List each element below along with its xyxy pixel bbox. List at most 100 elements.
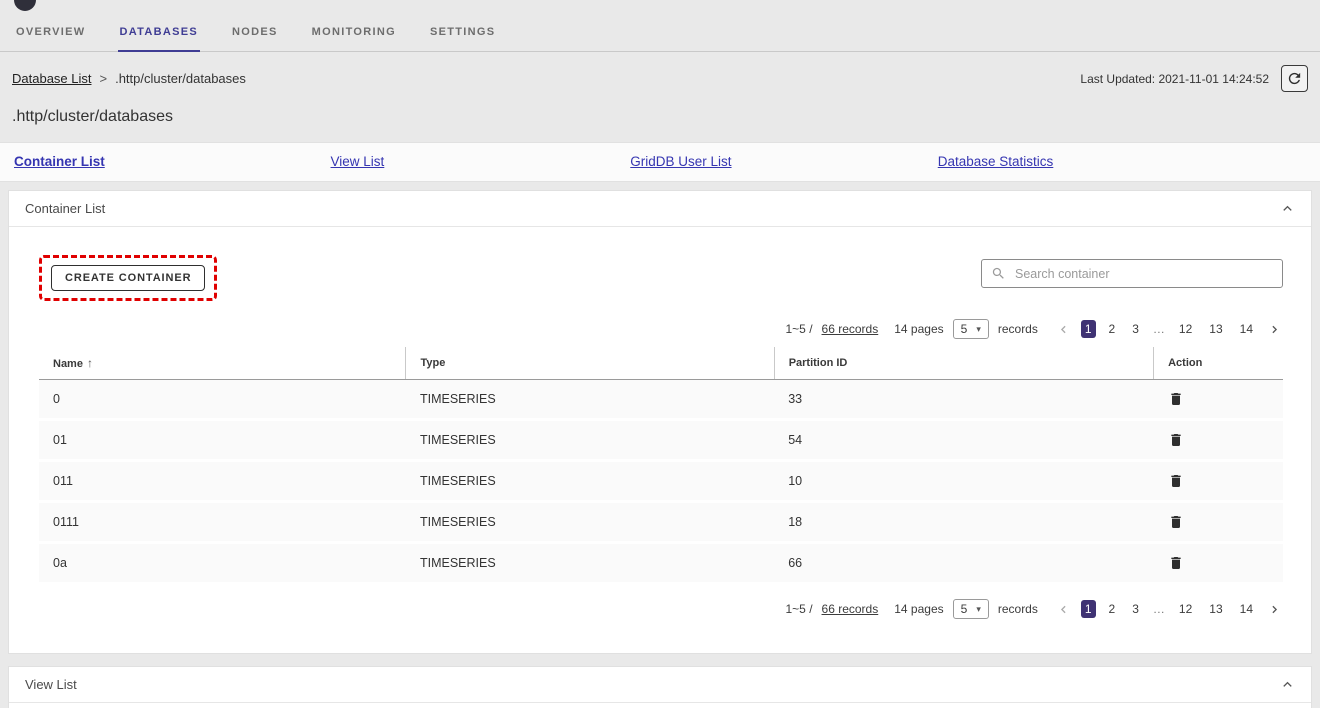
- delete-container-button[interactable]: [1168, 514, 1184, 530]
- refresh-icon: [1286, 70, 1303, 87]
- tab-databases[interactable]: DATABASES: [118, 16, 201, 52]
- table-row: 011 TIMESERIES 10: [39, 461, 1283, 502]
- column-header-action: Action: [1154, 347, 1283, 380]
- container-name-link[interactable]: 0a: [39, 543, 406, 584]
- table-row: 0 TIMESERIES 33: [39, 380, 1283, 420]
- griddb-user-list-link[interactable]: GridDB User List: [630, 154, 731, 169]
- trash-icon: [1168, 514, 1184, 530]
- container-toolbar: CREATE CONTAINER: [39, 255, 1283, 303]
- app-logo: [14, 0, 36, 11]
- page-size-select[interactable]: 5 ▾: [953, 599, 989, 619]
- page-number-3[interactable]: 3: [1128, 320, 1143, 338]
- tab-monitoring[interactable]: MONITORING: [310, 16, 398, 52]
- breadcrumb-bar: Database List > .http/cluster/databases …: [0, 52, 1320, 101]
- trash-icon: [1168, 555, 1184, 571]
- container-name-link[interactable]: 0111: [39, 502, 406, 543]
- page-number-14[interactable]: 14: [1236, 320, 1257, 338]
- container-table: Name ↑ Type Partition ID Action 0 TIMESER…: [39, 347, 1283, 585]
- page-title: .http/cluster/databases: [0, 101, 1320, 142]
- sort-asc-icon: ↑: [87, 356, 93, 370]
- container-partition-id: 10: [774, 461, 1153, 502]
- view-list-link[interactable]: View List: [331, 154, 385, 169]
- pagination-bottom: 1~5 / 66 records 14 pages 5 ▾ records 1 …: [39, 599, 1283, 619]
- tab-settings[interactable]: SETTINGS: [428, 16, 497, 52]
- next-page-icon[interactable]: [1266, 603, 1283, 616]
- container-partition-id: 33: [774, 380, 1153, 420]
- chevron-up-icon: [1280, 201, 1295, 216]
- breadcrumb-separator: >: [100, 71, 108, 86]
- container-name-link[interactable]: 0: [39, 380, 406, 420]
- page-number-12[interactable]: 12: [1175, 600, 1196, 618]
- page-ellipsis: …: [1152, 602, 1166, 616]
- container-search-box: [981, 259, 1283, 288]
- breadcrumb-database-list-link[interactable]: Database List: [12, 71, 92, 86]
- page-size-select[interactable]: 5 ▾: [953, 319, 989, 339]
- container-type: TIMESERIES: [406, 380, 774, 420]
- annotation-highlight-box: CREATE CONTAINER: [39, 255, 217, 301]
- records-count-link[interactable]: 66 records: [822, 322, 879, 336]
- container-type: TIMESERIES: [406, 461, 774, 502]
- page-number-13[interactable]: 13: [1205, 320, 1226, 338]
- page-number-1[interactable]: 1: [1081, 320, 1096, 338]
- next-page-icon[interactable]: [1266, 323, 1283, 336]
- quick-link-cell: Container List: [14, 153, 331, 171]
- trash-icon: [1168, 473, 1184, 489]
- page-number-14[interactable]: 14: [1236, 600, 1257, 618]
- breadcrumb-right: Last Updated: 2021-11-01 14:24:52: [1080, 65, 1308, 92]
- quick-link-cell: GridDB User List: [630, 153, 937, 171]
- container-action-cell: [1154, 461, 1283, 502]
- container-list-panel-header: Container List: [9, 191, 1311, 227]
- records-label: records: [998, 602, 1038, 616]
- database-statistics-link[interactable]: Database Statistics: [938, 154, 1054, 169]
- prev-page-icon[interactable]: [1055, 603, 1072, 616]
- container-name-link[interactable]: 01: [39, 420, 406, 461]
- collapse-view-list-button[interactable]: [1280, 677, 1295, 692]
- page-size-value: 5: [961, 602, 968, 616]
- container-name-link[interactable]: 011: [39, 461, 406, 502]
- delete-container-button[interactable]: [1168, 432, 1184, 448]
- collapse-container-list-button[interactable]: [1280, 201, 1295, 216]
- pages-count-text: 14 pages: [894, 322, 943, 336]
- create-container-button[interactable]: CREATE CONTAINER: [51, 265, 205, 291]
- container-partition-id: 18: [774, 502, 1153, 543]
- container-list-panel-body: CREATE CONTAINER 1~5 / 66 records 14 pag…: [9, 255, 1311, 653]
- delete-container-button[interactable]: [1168, 473, 1184, 489]
- container-action-cell: [1154, 543, 1283, 584]
- quick-link-cell: View List: [331, 153, 631, 171]
- view-list-panel: View List: [8, 666, 1312, 708]
- nav-tabs: OVERVIEW DATABASES NODES MONITORING SETT…: [0, 16, 1320, 51]
- page-number-12[interactable]: 12: [1175, 320, 1196, 338]
- page-number-1[interactable]: 1: [1081, 600, 1096, 618]
- container-partition-id: 66: [774, 543, 1153, 584]
- table-row: 0a TIMESERIES 66: [39, 543, 1283, 584]
- page-number-13[interactable]: 13: [1205, 600, 1226, 618]
- records-count-link[interactable]: 66 records: [822, 602, 879, 616]
- container-list-link[interactable]: Container List: [14, 154, 105, 169]
- column-header-type[interactable]: Type: [406, 347, 774, 380]
- search-icon: [991, 266, 1006, 281]
- page-number-3[interactable]: 3: [1128, 600, 1143, 618]
- delete-container-button[interactable]: [1168, 391, 1184, 407]
- page-size-value: 5: [961, 322, 968, 336]
- section-links-bar: Container List View List GridDB User Lis…: [0, 142, 1320, 182]
- top-nav-bar: OVERVIEW DATABASES NODES MONITORING SETT…: [0, 0, 1320, 52]
- container-type: TIMESERIES: [406, 543, 774, 584]
- container-type: TIMESERIES: [406, 420, 774, 461]
- table-row: 0111 TIMESERIES 18: [39, 502, 1283, 543]
- last-updated-text: Last Updated: 2021-11-01 14:24:52: [1080, 72, 1269, 86]
- breadcrumb-current: .http/cluster/databases: [115, 71, 246, 86]
- prev-page-icon[interactable]: [1055, 323, 1072, 336]
- container-partition-id: 54: [774, 420, 1153, 461]
- column-name-label: Name: [53, 358, 83, 370]
- chevron-up-icon: [1280, 677, 1295, 692]
- container-list-panel-title: Container List: [25, 201, 105, 216]
- page-number-2[interactable]: 2: [1105, 320, 1120, 338]
- column-header-name[interactable]: Name ↑: [39, 347, 406, 380]
- delete-container-button[interactable]: [1168, 555, 1184, 571]
- tab-overview[interactable]: OVERVIEW: [14, 16, 88, 52]
- search-container-input[interactable]: [1013, 266, 1273, 282]
- column-header-partition-id[interactable]: Partition ID: [774, 347, 1153, 380]
- refresh-button[interactable]: [1281, 65, 1308, 92]
- tab-nodes[interactable]: NODES: [230, 16, 280, 52]
- page-number-2[interactable]: 2: [1105, 600, 1120, 618]
